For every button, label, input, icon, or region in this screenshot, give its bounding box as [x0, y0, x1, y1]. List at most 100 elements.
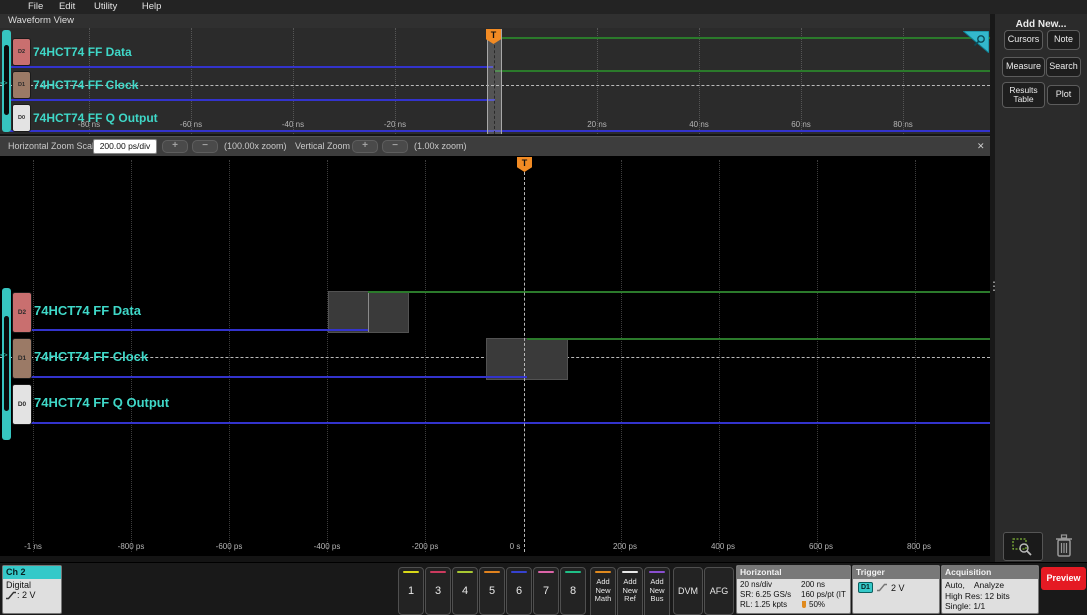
add-measure-button[interactable]: Measure: [1002, 57, 1045, 77]
button-label: DVM: [678, 586, 698, 596]
channel-4-button[interactable]: 4: [452, 567, 478, 615]
button-label: 3: [434, 585, 442, 597]
d2-high-trace: [493, 37, 990, 39]
gridline: [191, 28, 192, 134]
gridline: [903, 28, 904, 134]
channel-color: [565, 571, 581, 573]
d1-channel-handle[interactable]: D1: [12, 338, 32, 379]
channel-color: [511, 571, 527, 573]
d1-high-trace: [527, 338, 990, 340]
acq-mode: Auto, Analyze: [945, 580, 1005, 590]
afg-button[interactable]: AFG: [704, 567, 734, 615]
channel-color: [484, 571, 500, 573]
channel-6-button[interactable]: 6: [506, 567, 532, 615]
h-zoom-factor: (100.00x zoom): [224, 141, 287, 151]
gridline: [327, 160, 328, 552]
h-zoom-plus-button[interactable]: +: [162, 140, 188, 153]
axis-tick: -400 ps: [313, 542, 341, 551]
add-new-bus-button[interactable]: Add New Bus: [644, 567, 670, 615]
menu-help[interactable]: Help: [142, 0, 162, 14]
d1-signal-label[interactable]: 74HCT74 FF Clock: [33, 78, 138, 92]
v-zoom-label: Vertical Zoom: [295, 141, 351, 151]
d2-transition-edge: [368, 292, 369, 332]
axis-tick: 20 ns: [587, 120, 607, 129]
menu-file[interactable]: File: [28, 0, 43, 14]
menu-edit[interactable]: Edit: [59, 0, 75, 14]
channel-8-button[interactable]: 8: [560, 567, 586, 615]
h-resolution: 160 ps/pt (IT: [801, 590, 846, 599]
trigger-flag[interactable]: T: [517, 157, 532, 172]
d2-transition-block: [328, 291, 409, 333]
add-cursors-button[interactable]: Cursors: [1004, 30, 1043, 50]
menu-utility[interactable]: Utility: [94, 0, 117, 14]
button-label: 7: [542, 585, 550, 597]
d2-channel-handle[interactable]: D2: [12, 292, 32, 333]
close-zoom-icon[interactable]: ✕: [977, 137, 985, 156]
ch2-threshold: : 2 V: [17, 590, 36, 600]
acquisition-header: Acquisition: [942, 566, 1038, 579]
axis-tick: -80 ns: [77, 120, 101, 129]
channel-5-button[interactable]: 5: [479, 567, 505, 615]
h-zoom-scale-input[interactable]: 200.00 ps/div: [93, 139, 157, 154]
overview-waveform-panel[interactable]: <> D2 D1 D0 74HCT74 FF Data 74HCT74 FF C…: [0, 28, 990, 134]
ch2-badge[interactable]: Ch 2 Digital : 2 V: [2, 565, 62, 614]
channel-3-button[interactable]: 3: [425, 567, 451, 615]
gridline: [597, 28, 598, 134]
d2-channel-handle[interactable]: D2: [12, 38, 31, 66]
zoom-overview-icon[interactable]: [963, 31, 989, 53]
axis-tick: -200 ps: [411, 542, 439, 551]
trash-icon: [1056, 534, 1072, 557]
add-new-title: Add New...: [1015, 19, 1067, 30]
acq-resolution: High Res: 12 bits: [945, 590, 1010, 601]
waveform-view-tab[interactable]: Waveform View: [0, 14, 993, 29]
d1-low-trace: [20, 376, 527, 378]
trash-button[interactable]: [1052, 533, 1076, 564]
add-new-math-button[interactable]: Add New Math: [590, 567, 616, 615]
axis-tick: -1 ns: [24, 542, 42, 551]
add-search-button[interactable]: Search: [1046, 57, 1081, 77]
gridline: [293, 28, 294, 134]
add-results-table-button[interactable]: Results Table: [1002, 82, 1045, 108]
d0-badge: D0: [17, 115, 26, 121]
add-plot-button[interactable]: Plot: [1047, 85, 1080, 105]
channel-group-grip[interactable]: [4, 316, 9, 411]
axis-tick: -40 ns: [281, 120, 305, 129]
add-new-ref-button[interactable]: Add New Ref: [617, 567, 643, 615]
zoom-waveform-panel[interactable]: T <> D2 D1 D0 74HCT74 FF Data 74HCT74 FF…: [0, 156, 990, 556]
trigger-level: 2 V: [890, 582, 905, 593]
d1-signal-label[interactable]: 74HCT74 FF Clock: [34, 349, 148, 364]
v-zoom-minus-button[interactable]: −: [382, 140, 408, 153]
button-label: Note: [1053, 34, 1073, 45]
dvm-button[interactable]: DVM: [673, 567, 703, 615]
acquisition-panel[interactable]: Acquisition Auto, Analyze High Res: 12 b…: [941, 565, 1039, 614]
horizontal-header: Horizontal: [737, 566, 850, 579]
trigger-panel[interactable]: Trigger D1 2 V: [852, 565, 940, 614]
d1-badge: D1: [17, 355, 27, 362]
channel-color: [430, 571, 446, 573]
axis-tick: -800 ps: [117, 542, 145, 551]
button-label: Add New Ref: [622, 577, 638, 604]
h-record-length: RL: 1.25 kpts: [740, 600, 788, 609]
d2-signal-label[interactable]: 74HCT74 FF Data: [33, 45, 132, 59]
zoom-window-selector[interactable]: [487, 29, 502, 134]
preview-button[interactable]: Preview: [1041, 567, 1086, 590]
v-zoom-plus-button[interactable]: +: [352, 140, 378, 153]
axis-tick: 60 ns: [791, 120, 811, 129]
add-note-button[interactable]: Note: [1047, 30, 1080, 50]
d0-signal-label[interactable]: 74HCT74 FF Q Output: [34, 395, 169, 410]
h-zoom-minus-button[interactable]: −: [192, 140, 218, 153]
d1-badge: D1: [17, 82, 26, 88]
d0-channel-handle[interactable]: D0: [12, 104, 31, 132]
horizontal-panel[interactable]: Horizontal 20 ns/div 200 ns SR: 6.25 GS/…: [736, 565, 851, 614]
channel-1-button[interactable]: 1: [398, 567, 424, 615]
edge-threshold-icon: [6, 591, 16, 599]
d0-channel-handle[interactable]: D0: [12, 384, 32, 425]
d1-channel-handle[interactable]: D1: [12, 71, 31, 99]
menu-bar: File Edit Utility Help: [0, 0, 1087, 14]
h-position-wrap: 50%: [801, 600, 825, 610]
d2-signal-label[interactable]: 74HCT74 FF Data: [34, 303, 141, 318]
axis-tick: -600 ps: [215, 542, 243, 551]
channel-7-button[interactable]: 7: [533, 567, 559, 615]
zoom-mode-button[interactable]: [1003, 532, 1043, 561]
rising-edge-icon: [876, 583, 887, 592]
